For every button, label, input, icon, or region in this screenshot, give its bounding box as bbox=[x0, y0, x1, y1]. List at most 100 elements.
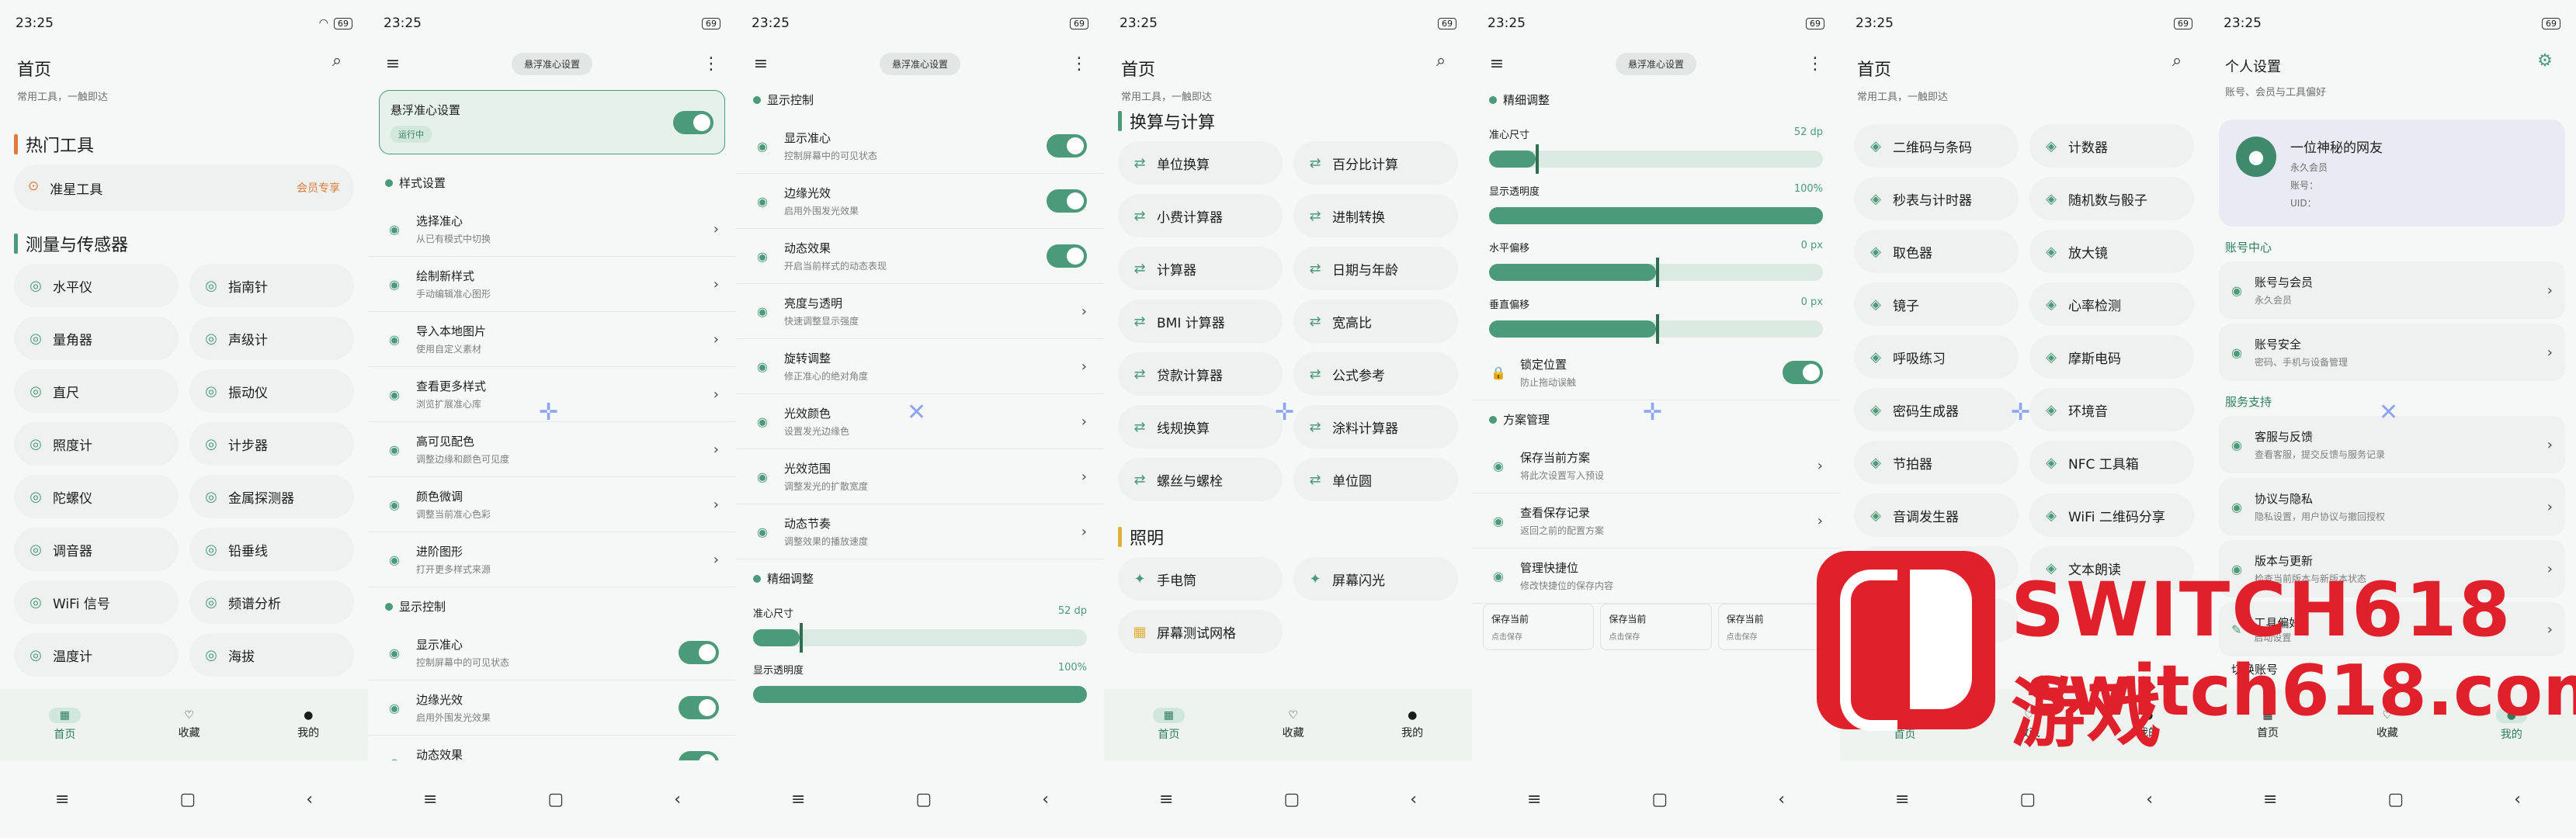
nav-home[interactable]: ▦ 首页 bbox=[1152, 708, 1186, 742]
home-square-icon[interactable]: ▢ bbox=[2019, 790, 2036, 809]
settings-row[interactable]: ◉ 光效范围 调整发光的扩散宽度 › bbox=[736, 449, 1104, 504]
tool-tile[interactable]: ⇄ 贷款计算器 bbox=[1118, 352, 1283, 396]
tool-tile[interactable]: ◈ 秒表与计时器 bbox=[1854, 177, 2019, 220]
tool-tile[interactable]: ◎ 海拔 bbox=[189, 633, 354, 677]
home-square-icon[interactable]: ▢ bbox=[547, 790, 564, 809]
nav-mine[interactable]: ● 我的 bbox=[1401, 709, 1423, 740]
tool-tile[interactable]: ◎ 声级计 bbox=[189, 317, 354, 360]
tool-tile[interactable]: ◎ 陀螺仪 bbox=[14, 475, 179, 518]
tool-tile[interactable]: ◎ 指南针 bbox=[189, 264, 354, 307]
settings-row[interactable]: ◉ 保存当前方案 将此次设置写入预设 › bbox=[1472, 438, 1840, 493]
search-icon[interactable]: ⌕ bbox=[1427, 47, 1455, 74]
menu-icon[interactable]: ≡ bbox=[55, 790, 69, 809]
overlay-toggle[interactable] bbox=[673, 110, 713, 134]
settings-row[interactable]: ◉ 绘制新样式 手动编辑准心图形 › bbox=[368, 257, 736, 312]
settings-row[interactable]: ◉管理快捷位修改快捷位的保存内容› bbox=[1472, 549, 1840, 604]
home-square-icon[interactable]: ▢ bbox=[915, 790, 932, 809]
menu-icon[interactable]: ≡ bbox=[1527, 790, 1541, 809]
lock-row[interactable]: 🔒 锁定位置 防止拖动误触 bbox=[1472, 345, 1840, 400]
tool-tile[interactable]: ▦ 屏幕测试网格 bbox=[1118, 610, 1283, 653]
tool-tile[interactable]: ◈ 心率检测 bbox=[2029, 282, 2194, 326]
tool-tile[interactable]: ◈ 二维码与条码 bbox=[1854, 124, 2019, 168]
nav-home[interactable]: ▦ 首页 bbox=[48, 708, 82, 742]
tool-tile[interactable]: ◈ 随机数与骰子 bbox=[2029, 177, 2194, 220]
tool-tile[interactable]: ◈ 节拍器 bbox=[1854, 441, 2019, 484]
more-icon[interactable]: ⋮ bbox=[1801, 50, 1829, 78]
tool-crosshair[interactable]: ⊙ 准星工具 会员专享 bbox=[14, 164, 354, 211]
settings-row[interactable]: ◉ 选择准心 从已有模式中切换 › bbox=[368, 202, 736, 257]
more-icon[interactable]: ⋮ bbox=[1065, 50, 1093, 78]
menu-icon[interactable]: ≡ bbox=[1895, 790, 1909, 809]
settings-row[interactable]: ◉ 协议与隐私 隐私设置，用户协议与撤回授权 › bbox=[2219, 478, 2565, 535]
settings-row[interactable]: ◉ 显示准心 控制屏幕中的可见状态 bbox=[736, 119, 1104, 174]
settings-row[interactable]: ◉ 边缘光效 启用外围发光效果 bbox=[368, 680, 736, 736]
settings-row[interactable]: ◉ 动态节奏 调整效果的播放速度 › bbox=[736, 504, 1104, 559]
tool-tile[interactable]: ✦ 屏幕闪光 bbox=[1293, 557, 1458, 601]
home-square-icon[interactable]: ▢ bbox=[179, 790, 196, 809]
menu-icon[interactable]: ≡ bbox=[423, 790, 437, 809]
tool-tile[interactable]: ✦ 手电筒 bbox=[1118, 557, 1283, 601]
menu-icon[interactable]: ≡ bbox=[1159, 790, 1173, 809]
tool-tile[interactable]: ⇄ 进制转换 bbox=[1293, 194, 1458, 237]
tool-tile[interactable]: ◈ 镜子 bbox=[1854, 282, 2019, 326]
back-icon[interactable]: ‹ bbox=[2514, 790, 2521, 809]
adjust-slider[interactable]: 垂直偏移 0 px bbox=[1472, 289, 1840, 345]
tool-tile[interactable]: ◈ WiFi 二维码分享 bbox=[2029, 493, 2194, 537]
settings-row[interactable]: ◉ 进阶图形 打开更多样式来源 › bbox=[368, 532, 736, 587]
size-slider[interactable]: 准心尺寸 52 dp bbox=[736, 597, 1104, 654]
tool-tile[interactable]: ◎ 量角器 bbox=[14, 317, 179, 360]
nav-fav[interactable]: ♡ 收藏 bbox=[179, 709, 200, 740]
tool-tile[interactable]: ◎ 计步器 bbox=[189, 422, 354, 466]
tool-tile[interactable]: ◎ WiFi 信号 bbox=[14, 580, 179, 624]
gear-icon[interactable]: ⚙ bbox=[2531, 47, 2559, 74]
toggle-switch[interactable] bbox=[1047, 134, 1087, 158]
adjust-slider[interactable]: 显示透明度 100% bbox=[1472, 175, 1840, 232]
tool-tile[interactable]: ◎ 频谱分析 bbox=[189, 580, 354, 624]
tool-tile[interactable]: ◎ 铅垂线 bbox=[189, 528, 354, 571]
save-slot[interactable]: 保存当前 点击保存 bbox=[1717, 604, 1829, 650]
toggle-switch[interactable] bbox=[679, 641, 719, 664]
search-icon[interactable]: ⌕ bbox=[323, 47, 351, 74]
adjust-slider[interactable]: 水平偏移 0 px bbox=[1472, 232, 1840, 289]
menu-icon[interactable]: ≡ bbox=[791, 790, 805, 809]
lock-toggle[interactable] bbox=[1783, 361, 1823, 384]
tool-tile[interactable]: ◈ 环境音 bbox=[2029, 388, 2194, 431]
settings-row[interactable]: ◉ 边缘光效 启用外围发光效果 bbox=[736, 174, 1104, 229]
tool-tile[interactable]: ◈ 音调发生器 bbox=[1854, 493, 2019, 537]
tool-tile[interactable]: ◈ 计数器 bbox=[2029, 124, 2194, 168]
tool-tile[interactable]: ◈ 放大镜 bbox=[2029, 230, 2194, 273]
back-icon[interactable]: ‹ bbox=[306, 790, 313, 809]
settings-row[interactable]: ◉ 导入本地图片 使用自定义素材 › bbox=[368, 312, 736, 367]
tool-tile[interactable]: ⇄ 螺丝与螺栓 bbox=[1118, 458, 1283, 501]
nav-fav[interactable]: ♡ 收藏 bbox=[1283, 709, 1304, 740]
menu-icon[interactable]: ≡ bbox=[747, 50, 775, 78]
tool-tile[interactable]: ◎ 温度计 bbox=[14, 633, 179, 677]
tool-tile[interactable]: ◈ 取色器 bbox=[1854, 230, 2019, 273]
back-icon[interactable]: ‹ bbox=[1778, 790, 1785, 809]
save-slot[interactable]: 保存当前 点击保存 bbox=[1483, 604, 1595, 650]
tool-tile[interactable]: ⇄ 小费计算器 bbox=[1118, 194, 1283, 237]
tool-tile[interactable]: ◎ 直尺 bbox=[14, 369, 179, 413]
menu-icon[interactable]: ≡ bbox=[2263, 790, 2277, 809]
tool-tile[interactable]: ◈ 摩斯电码 bbox=[2029, 335, 2194, 379]
back-icon[interactable]: ‹ bbox=[1410, 790, 1417, 809]
tool-tile[interactable]: ⇄ BMI 计算器 bbox=[1118, 300, 1283, 343]
settings-row[interactable]: ◉ 动态效果开启当前样式的动态表现 bbox=[736, 229, 1104, 284]
tool-tile[interactable]: ◎ 照度计 bbox=[14, 422, 179, 466]
settings-row[interactable]: ◉ 亮度与透明 快速调整显示强度 › bbox=[736, 284, 1104, 339]
home-square-icon[interactable]: ▢ bbox=[1283, 790, 1300, 809]
settings-row[interactable]: ◉ 账号与会员 永久会员 › bbox=[2219, 261, 2565, 319]
save-slot[interactable]: 保存当前 点击保存 bbox=[1600, 604, 1712, 650]
toggle-switch[interactable] bbox=[1047, 189, 1087, 213]
profile-card[interactable]: ● 一位神秘的网友 永久会员 账号： UID： bbox=[2219, 119, 2565, 227]
tool-tile[interactable]: ◎ 金属探测器 bbox=[189, 475, 354, 518]
back-icon[interactable]: ‹ bbox=[2146, 790, 2153, 809]
more-icon[interactable]: ⋮ bbox=[697, 50, 725, 78]
tool-tile[interactable]: ⇄ 单位换算 bbox=[1118, 141, 1283, 185]
alpha-slider[interactable]: 显示透明度 100% bbox=[736, 654, 1104, 711]
tool-tile[interactable]: ⇄ 公式参考 bbox=[1293, 352, 1458, 396]
settings-row[interactable]: ◉ 账号安全 密码、手机与设备管理 › bbox=[2219, 324, 2565, 381]
tool-tile[interactable]: ◎ 振动仪 bbox=[189, 369, 354, 413]
nav-mine[interactable]: ● 我的 bbox=[297, 709, 319, 740]
tool-tile[interactable]: ◎ 调音器 bbox=[14, 528, 179, 571]
